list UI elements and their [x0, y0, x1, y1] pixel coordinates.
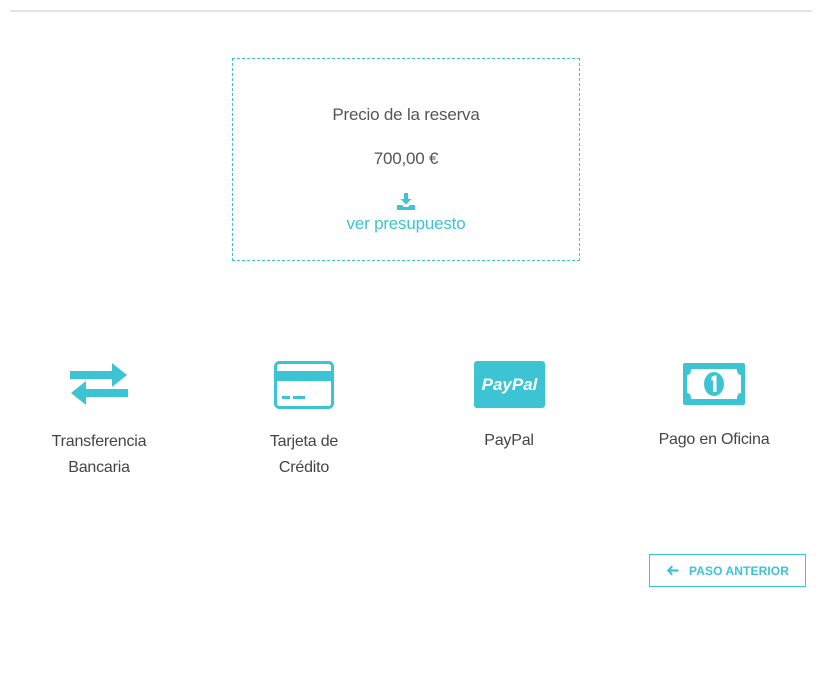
price-amount: 700,00 €: [373, 149, 439, 168]
top-divider: [10, 10, 812, 12]
payment-method-credit-card[interactable]: Tarjeta de Crédito: [229, 361, 379, 481]
method-label-line1: Pago en Oficina: [658, 431, 770, 448]
method-label-line2: Crédito: [278, 459, 330, 476]
previous-step-label: PASO ANTERIOR: [689, 563, 789, 578]
price-title: Precio de la reserva: [332, 105, 480, 124]
download-icon[interactable]: [396, 193, 416, 211]
method-label-line1: PayPal: [484, 432, 534, 449]
arrow-left-icon: [666, 565, 679, 576]
payment-method-paypal[interactable]: PayPal PayPal: [434, 361, 584, 454]
transfer-arrows-icon: [70, 363, 128, 405]
credit-card-icon: [274, 361, 334, 409]
paypal-logo-text: PayPal: [481, 375, 538, 394]
payment-method-bank-transfer[interactable]: Transferencia Bancaria: [24, 361, 174, 481]
method-label-line1: Tarjeta de: [269, 433, 339, 450]
previous-step-button[interactable]: PASO ANTERIOR: [649, 554, 806, 587]
method-label-line2: Bancaria: [68, 459, 130, 476]
paypal-icon: PayPal: [473, 361, 545, 408]
view-quote-link[interactable]: ver presupuesto: [233, 214, 579, 234]
method-label-line1: Transferencia: [51, 433, 147, 450]
cash-bill-icon: [683, 363, 745, 405]
payment-method-office[interactable]: Pago en Oficina: [639, 363, 789, 453]
price-summary-box: Precio de la reserva 700,00 € ver presup…: [232, 58, 580, 261]
